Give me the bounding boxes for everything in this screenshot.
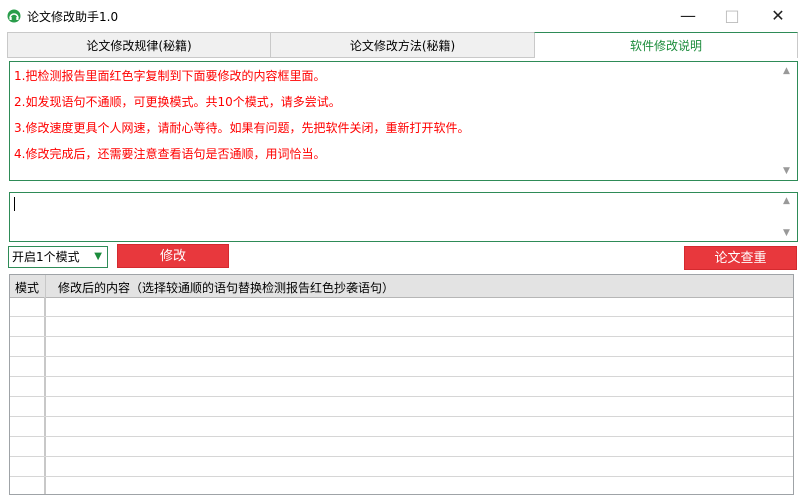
scroll-up-icon[interactable]: ▲: [783, 196, 790, 206]
table-row[interactable]: [10, 457, 793, 477]
window-title: 论文修改助手1.0: [27, 10, 119, 24]
tab-bar: 论文修改规律(秘籍) 论文修改方法(秘籍) 软件修改说明: [7, 32, 798, 59]
app-icon: [7, 9, 21, 23]
results-table[interactable]: 模式 修改后的内容（选择较通顺的语句替换检测报告红色抄袭语句）: [9, 274, 794, 495]
maximize-button[interactable]: □: [722, 6, 742, 26]
content-input[interactable]: ▲ ▼: [9, 192, 798, 242]
instruction-line-3: 3.修改速度更具个人网速，请耐心等待。如果有问题，先把软件关闭，重新打开软件。: [14, 121, 470, 135]
close-button[interactable]: ✕: [768, 6, 788, 26]
column-header-mode: 模式: [15, 281, 40, 295]
instruction-line-2: 2.如发现语句不通顺，可更换模式。共10个模式，请多尝试。: [14, 95, 341, 109]
title-bar: 论文修改助手1.0 — □ ✕: [0, 0, 802, 32]
table-row[interactable]: [10, 417, 793, 437]
scroll-up-icon[interactable]: ▲: [783, 66, 790, 76]
instructions-scrollbar[interactable]: ▲ ▼: [780, 62, 797, 180]
instructions-panel[interactable]: 1.把检测报告里面红色字复制到下面要修改的内容框里面。 2.如发现语句不通顺，可…: [9, 61, 798, 181]
mode-select[interactable]: 开启1个模式 ▼: [8, 246, 108, 268]
tab-software-instructions[interactable]: 软件修改说明: [534, 32, 798, 58]
table-row[interactable]: [10, 317, 793, 337]
modify-button[interactable]: 修改: [117, 244, 229, 268]
minimize-button[interactable]: —: [678, 6, 698, 26]
column-header-content: 修改后的内容（选择较通顺的语句替换检测报告红色抄袭语句）: [58, 281, 395, 295]
text-caret: [14, 197, 15, 211]
table-row[interactable]: [10, 397, 793, 417]
table-row[interactable]: [10, 377, 793, 397]
table-row[interactable]: [10, 437, 793, 457]
table-row[interactable]: [10, 297, 793, 317]
tab-modify-rules[interactable]: 论文修改规律(秘籍): [7, 32, 271, 58]
dropdown-arrow-icon: ▼: [94, 251, 102, 262]
table-row[interactable]: [10, 357, 793, 377]
table-row[interactable]: [10, 477, 793, 494]
table-row[interactable]: [10, 337, 793, 357]
scroll-down-icon[interactable]: ▼: [783, 228, 790, 238]
instruction-line-4: 4.修改完成后，还需要注意查看语句是否通顺，用词恰当。: [14, 147, 326, 161]
instruction-line-1: 1.把检测报告里面红色字复制到下面要修改的内容框里面。: [14, 69, 326, 83]
table-header: 模式 修改后的内容（选择较通顺的语句替换检测报告红色抄袭语句）: [10, 275, 793, 298]
input-scrollbar[interactable]: ▲ ▼: [780, 193, 797, 241]
mode-select-value: 开启1个模式: [12, 250, 80, 264]
tab-modify-methods[interactable]: 论文修改方法(秘籍): [270, 32, 535, 58]
paper-check-button[interactable]: 论文查重: [684, 246, 797, 270]
scroll-down-icon[interactable]: ▼: [783, 166, 790, 176]
